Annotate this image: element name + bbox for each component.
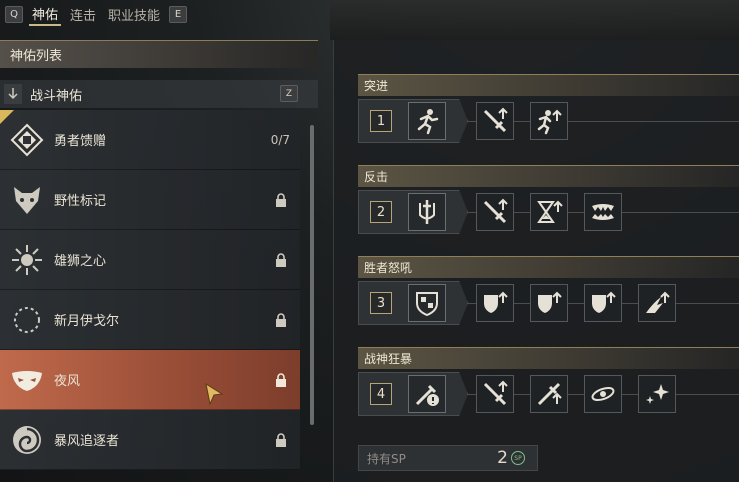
- shield-up-icon[interactable]: [584, 284, 622, 322]
- section-title: 战神狂暴: [358, 347, 739, 369]
- fangs-icon[interactable]: [584, 193, 622, 231]
- berserk-icon[interactable]: [408, 375, 446, 413]
- blessing-item-label: 暴风追逐者: [54, 434, 120, 449]
- list-scrollbar[interactable]: [310, 125, 314, 425]
- section-title: 突进: [358, 74, 739, 96]
- swirl-icon: [8, 421, 46, 459]
- sprint-up-icon[interactable]: [530, 102, 568, 140]
- skill-row: 2: [358, 190, 739, 236]
- blessing-item-label: 雄狮之心: [54, 254, 107, 269]
- lock-icon: [272, 191, 290, 209]
- blessing-detail-panel: 突进 1 反击 2 胜者怒吼 3 战神狂暴 4 持有SP 2 SP: [333, 40, 739, 482]
- blessing-item-label: 勇者馈赠: [54, 134, 107, 149]
- background-scenery: [330, 0, 739, 40]
- tier-number: 4: [370, 383, 392, 405]
- category-label: 战斗神佑: [30, 88, 83, 104]
- orbit-icon[interactable]: [584, 375, 622, 413]
- sword-shield-icon[interactable]: [408, 193, 446, 231]
- blessing-item-night-wind[interactable]: 夜风: [0, 350, 300, 410]
- lock-icon: [272, 251, 290, 269]
- sp-counter: 持有SP 2 SP: [358, 445, 538, 471]
- category-toggle-key[interactable]: Z: [280, 85, 298, 102]
- section-victors-roar: 胜者怒吼 3: [358, 256, 739, 327]
- shield-crest-icon[interactable]: [408, 284, 446, 322]
- sun-compass-icon: [8, 241, 46, 279]
- blessing-list-panel: 神佑列表 战斗神佑 Z 勇者馈赠 0/7 野性标记 雄狮之心 新月伊戈尔 夜风 …: [0, 40, 318, 482]
- tab-blessing[interactable]: 神佑: [29, 2, 62, 26]
- section-counter: 反击 2: [358, 165, 739, 236]
- skill-row: 3: [358, 281, 739, 327]
- mouse-cursor-icon: [204, 382, 226, 406]
- section-rush: 突进 1: [358, 74, 739, 145]
- blessing-item-crescent-igor[interactable]: 新月伊戈尔: [0, 290, 300, 350]
- tier-number: 3: [370, 292, 392, 314]
- blessing-item-label: 新月伊戈尔: [54, 314, 120, 329]
- top-tab-bar: Q 神佑 连击 职业技能 E: [0, 0, 330, 28]
- mask-icon: [8, 361, 46, 399]
- arrow-down-icon: [4, 84, 22, 104]
- tab-combo[interactable]: 连击: [67, 2, 99, 26]
- blessing-item-wild-mark[interactable]: 野性标记: [0, 170, 300, 230]
- blessing-item-brave-gift[interactable]: 勇者馈赠 0/7: [0, 110, 300, 170]
- next-tab-key[interactable]: E: [169, 5, 188, 23]
- sword-up-icon[interactable]: [476, 102, 514, 140]
- section-title: 胜者怒吼: [358, 256, 739, 278]
- skill-row: 4: [358, 372, 739, 418]
- combat-blessing-category[interactable]: 战斗神佑 Z: [0, 80, 318, 108]
- tier-number: 2: [370, 201, 392, 223]
- sword-up-icon[interactable]: [476, 375, 514, 413]
- blessing-progress-count: 0/7: [270, 132, 290, 147]
- blessing-emblem-icon: [8, 121, 46, 159]
- wing-up-icon[interactable]: [638, 284, 676, 322]
- blessing-list: 勇者馈赠 0/7 野性标记 雄狮之心 新月伊戈尔 夜风 暴风追逐者: [0, 110, 318, 470]
- sparkle-icon[interactable]: [638, 375, 676, 413]
- wolf-head-icon: [8, 181, 46, 219]
- section-war-god-rage: 战神狂暴 4: [358, 347, 739, 418]
- sp-badge-icon: SP: [511, 451, 525, 465]
- blessing-item-label: 野性标记: [54, 194, 107, 209]
- shield-up-icon[interactable]: [476, 284, 514, 322]
- sword-up-icon[interactable]: [476, 193, 514, 231]
- lock-icon: [272, 371, 290, 389]
- tab-class-skills[interactable]: 职业技能: [105, 2, 163, 26]
- prev-tab-key[interactable]: Q: [5, 5, 23, 23]
- section-title: 反击: [358, 165, 739, 187]
- lock-icon: [272, 431, 290, 449]
- shield-up-icon[interactable]: [530, 284, 568, 322]
- tier-number: 1: [370, 110, 392, 132]
- blessing-item-label: 夜风: [54, 374, 81, 389]
- lock-icon: [272, 311, 290, 329]
- blessing-item-storm-chaser[interactable]: 暴风追逐者: [0, 410, 300, 470]
- sprint-icon[interactable]: [408, 102, 446, 140]
- blessing-item-lion-heart[interactable]: 雄狮之心: [0, 230, 300, 290]
- blessing-list-header: 神佑列表: [0, 40, 318, 68]
- sp-label: 持有SP: [367, 451, 406, 466]
- sp-value-group: 2 SP: [497, 448, 525, 468]
- new-tag: [0, 110, 14, 124]
- sword-up-icon[interactable]: [530, 375, 568, 413]
- sp-value: 2: [497, 448, 508, 468]
- hourglass-up-icon[interactable]: [530, 193, 568, 231]
- skill-row: 1: [358, 99, 739, 145]
- crescent-moon-icon: [8, 301, 46, 339]
